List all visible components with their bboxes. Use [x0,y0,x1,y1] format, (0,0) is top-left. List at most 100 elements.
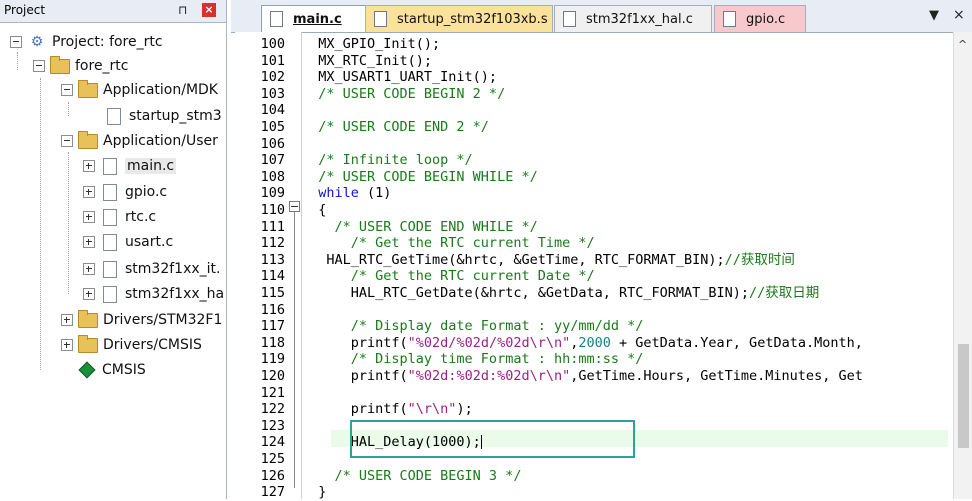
code-token: /* Get the RTC current Time */ [302,235,595,252]
folder-icon [78,130,98,149]
expand-icon[interactable] [61,314,73,326]
file-icon [100,285,120,303]
collapse-icon[interactable] [33,60,45,72]
project-panel-title: Project [4,3,46,17]
line-number: 121 [260,384,285,401]
line-number: 117 [260,318,285,335]
file-icon [100,260,120,278]
editor: main.c startup_stm32f103xb.s stm32f1xx_h… [231,0,972,500]
tree-item-stm32f1xx-it[interactable]: stm32f1xx_it. [83,257,220,281]
code-token: /* Infinite loop */ [302,152,473,169]
vertical-scrollbar[interactable]: ^ [953,32,972,499]
tree-item-label: fore_rtc [75,58,129,74]
tab-label: startup_stm32f103xb.s [397,11,548,27]
line-number: 116 [260,301,285,318]
fold-collapse-icon[interactable] [289,201,300,212]
expand-icon[interactable] [83,236,95,248]
collapse-icon[interactable] [61,84,73,96]
code-token: /* USER CODE END WHILE */ [302,218,538,235]
scroll-up-icon[interactable]: ^ [958,38,967,51]
tree-item-rtc-c[interactable]: rtc.c [83,205,156,229]
tree-item-stm32f1xx-hal[interactable]: stm32f1xx_ha [83,282,224,306]
code-token: MX_USART1_UART_Init(); [302,69,498,86]
tab-startup[interactable]: startup_stm32f103xb.s [365,5,553,32]
tree-item-label: rtc.c [125,209,157,225]
code-token: printf( [302,334,408,351]
scrollbar-thumb[interactable] [958,344,969,448]
line-number: 101 [260,52,285,69]
line-number: 118 [260,334,285,351]
close-tab-icon[interactable]: × [953,7,965,23]
collapse-icon[interactable] [61,135,73,147]
file-icon [100,233,120,251]
line-number: 112 [260,235,285,252]
code-token: ); [456,401,473,418]
tab-gpio-c[interactable]: gpio.c [714,5,806,32]
tree-item-label: startup_stm3 [129,108,222,124]
close-icon[interactable]: × [202,3,216,17]
expand-icon[interactable] [83,263,95,275]
tree-item-label: stm32f1xx_it. [125,261,221,277]
line-number: 125 [260,451,285,467]
code-line: while (1) [302,185,391,202]
code-token: { [302,202,327,218]
code-token: /* Get the RTC current Date */ [302,268,595,285]
line-number-gutter: 100 101 102 103 104 105 106 107 108 109 110 111 112 1… [235,32,302,500]
code-token: 2000 [578,334,611,351]
code-line: HAL_RTC_GetTime(&hrtc, &GetTime, RTC_FOR… [302,252,795,269]
code-token: while [318,185,359,202]
tree-item-label: usart.c [125,234,174,250]
tab-label: stm32f1xx_hal.c [586,11,693,27]
tree-item-target[interactable]: fore_rtc [33,54,129,78]
tree-item-label: stm32f1xx_ha [125,286,225,302]
expand-icon[interactable] [83,186,95,198]
expand-icon[interactable] [83,160,95,172]
line-number: 110 [260,202,285,218]
pin-icon[interactable]: ⊓ [178,3,187,17]
collapse-icon[interactable] [10,36,22,48]
expand-icon[interactable] [83,288,95,300]
tree-guide [68,152,69,294]
tree-item-gpio-c[interactable]: gpio.c [83,180,167,204]
expand-icon[interactable] [83,211,95,223]
tree-item-cmsis[interactable]: CMSIS [77,358,146,382]
tree-guide [17,52,18,70]
tab-list-dropdown-icon[interactable]: ▼ [929,8,939,23]
tab-stm32f1xx-hal[interactable]: stm32f1xx_hal.c [554,5,712,32]
line-number: 109 [260,185,285,202]
line-number: 108 [260,168,285,185]
line-number: 102 [260,69,285,86]
code-line: /* USER CODE END WHILE */ [302,219,538,236]
line-number: 124 [260,434,285,451]
tree-item-main-c[interactable]: main.c [83,154,177,178]
tab-label: main.c [293,11,342,27]
code-line: /* Display time Format : hh:mm:ss */ [302,351,644,368]
code-token: //获取时间 [724,251,795,268]
tree-item-usart-c[interactable]: usart.c [83,230,173,254]
tree-item-label: CMSIS [102,362,146,378]
folder-icon [78,334,98,353]
code-token: /* USER CODE BEGIN 2 */ [302,85,506,102]
line-number: 120 [260,368,285,384]
code-line: /* USER CODE END 2 */ [302,119,489,136]
tree-item-group-drivers-stm32[interactable]: Drivers/STM32F1 [61,308,222,332]
code-line: } [302,484,326,499]
line-number: 126 [260,467,285,484]
code-token: MX_GPIO_Init(); [302,36,441,52]
code-token: /* USER CODE BEGIN 3 */ [302,467,522,484]
line-number: 107 [260,152,285,169]
code-token: "%02d:%02d:%02d\r\n" [407,368,571,384]
tree-item-group-application-user[interactable]: Application/User [61,129,218,153]
tree-item-group-application-mdk[interactable]: Application/MDK [61,78,218,102]
expand-icon[interactable] [61,339,73,351]
tree-item-label: Application/User [103,133,218,149]
tree-item-file[interactable]: startup_stm3 [104,104,222,128]
tab-main-c[interactable]: main.c [261,5,367,32]
tree-guide [68,102,69,116]
tree-item-project[interactable]: ⚙ Project: fore_rtc [10,30,163,54]
code-line: MX_GPIO_Init(); [302,36,440,53]
tree-guide [40,78,41,370]
tree-item-group-drivers-cmsis[interactable]: Drivers/CMSIS [61,333,202,357]
code-line: printf("%02d/%02d/%02d\r\n",2000 + GetDa… [302,335,863,352]
